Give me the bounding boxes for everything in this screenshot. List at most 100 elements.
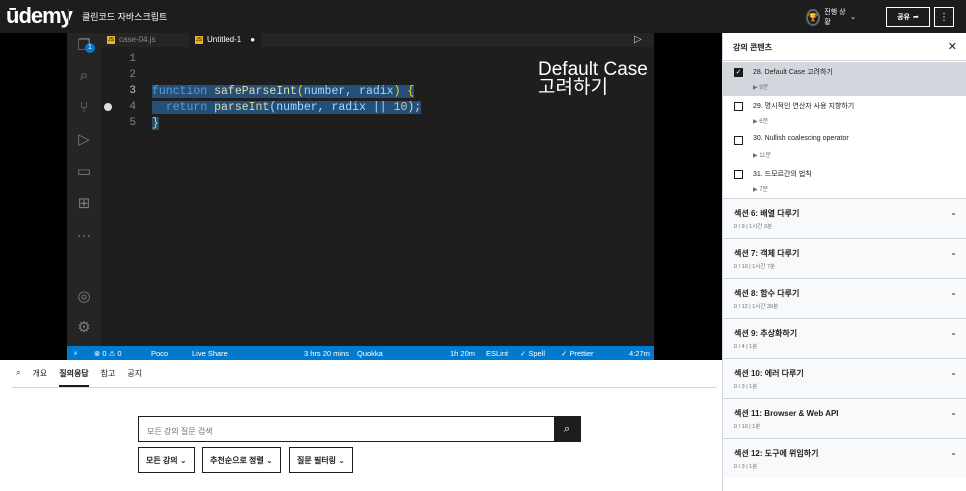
divider xyxy=(68,9,69,25)
line-number: 4 xyxy=(129,101,136,113)
remote-icon[interactable]: ⚡ xyxy=(73,349,78,358)
divider xyxy=(12,387,717,388)
code-line-4[interactable]: return parseInt(number, radix || 10); xyxy=(152,101,422,114)
js-file-icon: JS xyxy=(195,36,203,44)
tab-announcements[interactable]: 공지 xyxy=(127,368,142,387)
section-item[interactable]: 섹션 10: 에러 다루기 0 / 3 | 1분 ⌄ xyxy=(723,358,966,398)
lecture-item[interactable]: 29. 명시적인 연산자 사용 지향하기 ▶ 6분 xyxy=(723,96,966,130)
lecture-item[interactable]: 30. Nullish coalescing operator ▶ 11분 xyxy=(723,130,966,164)
checkbox-checked[interactable]: ✓ xyxy=(734,68,743,77)
lecture-title: 29. 명시적인 연산자 사용 지향하기 xyxy=(753,103,855,110)
tab-label: Untitled-1 xyxy=(207,35,242,44)
section-item[interactable]: 섹션 9: 추상화하기 0 / 4 | 1분 ⌄ xyxy=(723,318,966,358)
lecture-duration: ▶ 11분 xyxy=(753,153,772,159)
remote-explorer-icon[interactable]: ▭ xyxy=(75,163,93,181)
progress-label: 진행 상황 xyxy=(824,9,846,26)
lecture-duration: ▶ 9분 xyxy=(753,85,769,91)
slide-title-overlay: Default Case 고려하기 xyxy=(538,60,648,97)
tab-notes[interactable]: 참고 xyxy=(101,368,116,387)
bracket: ( xyxy=(296,85,304,98)
lecture-item[interactable]: ✓ 28. Default Case 고려하기 ▶ 9분 xyxy=(723,62,966,96)
close-icon[interactable]: ✕ xyxy=(948,40,957,53)
tab-qa[interactable]: 질의응답 xyxy=(59,368,89,387)
tab-untitled-1[interactable]: JS Untitled-1 ● xyxy=(189,33,262,47)
tab-label: case-04.js xyxy=(119,35,156,44)
top-bar: ūdemy 클린코드 자바스크립트 🏆 진행 상황 ⌄ 공유 ➦ ⋮ xyxy=(0,0,966,33)
live-share-status[interactable]: Live Share xyxy=(192,349,228,358)
chevron-down-icon: ⌄ xyxy=(950,248,957,257)
question-filter[interactable]: 질문 필터링 ⌄ xyxy=(289,447,353,473)
extensions-icon[interactable]: ⊞ xyxy=(75,195,93,213)
more-views-icon[interactable]: ··· xyxy=(75,227,93,245)
tab-overview[interactable]: 개요 xyxy=(32,368,47,387)
search-button[interactable]: ⌕ xyxy=(554,417,580,441)
run-icon[interactable]: ▷ xyxy=(634,33,642,47)
progress-button[interactable]: 🏆 진행 상황 ⌄ xyxy=(806,7,856,27)
section-item[interactable]: 섹션 11: Browser & Web API 0 / 10 | 1분 ⌄ xyxy=(723,398,966,438)
udemy-logo[interactable]: ūdemy xyxy=(6,3,73,29)
trophy-icon: 🏆 xyxy=(806,8,821,26)
section-meta: 0 / 3 | 1분 xyxy=(734,464,758,470)
lecture-title: 31. 드모르간의 법칙 xyxy=(753,171,812,178)
lecture-title: 30. Nullish coalescing operator xyxy=(753,135,849,142)
qa-search-input[interactable]: 모든 강의 질문 검색 xyxy=(139,417,554,441)
params: number, radix xyxy=(303,85,394,98)
search-icon: ⌕ xyxy=(563,422,571,435)
eslint-status[interactable]: ESLint xyxy=(486,349,508,358)
checkbox[interactable] xyxy=(734,170,743,179)
checkbox[interactable] xyxy=(734,136,743,145)
function-name: parseInt xyxy=(207,101,270,114)
problems-indicator[interactable]: ⊗ 0 ⚠ 0 xyxy=(94,349,122,358)
prettier-status[interactable]: ✓ Prettier xyxy=(561,349,594,358)
more-options-button[interactable]: ⋮ xyxy=(934,7,954,27)
time-tracker-status[interactable]: 3 hrs 20 mins xyxy=(304,349,349,358)
course-title[interactable]: 클린코드 자바스크립트 xyxy=(82,10,167,23)
section-title: 섹션 11: Browser & Web API xyxy=(734,409,839,418)
section-meta: 0 / 10 | 1분 xyxy=(734,424,761,430)
section-meta: 0 / 3 | 1분 xyxy=(734,384,758,390)
tab-case-04[interactable]: JS case-04.js xyxy=(107,33,155,47)
qa-search-box: 모든 강의 질문 검색 ⌕ xyxy=(138,416,581,442)
share-label: 공유 xyxy=(897,14,910,21)
course-tabs: ⌕ 개요 질의응답 참고 공지 xyxy=(16,368,142,387)
chevron-down-icon: ⌄ xyxy=(950,408,957,417)
section-item[interactable]: 섹션 7: 객체 다루기 0 / 10 | 1시간 7분 ⌄ xyxy=(723,238,966,278)
spell-status[interactable]: ✓ Spell xyxy=(520,349,545,358)
all-lectures-filter[interactable]: 모든 강의 ⌄ xyxy=(138,447,195,473)
function-name: safeParseInt xyxy=(207,85,297,98)
search-icon[interactable]: ⌕ xyxy=(75,67,93,85)
sort-by-filter[interactable]: 추천순으로 정렬 ⌄ xyxy=(202,447,281,473)
share-button[interactable]: 공유 ➦ xyxy=(886,7,930,27)
settings-gear-icon[interactable]: ⚙ xyxy=(75,319,93,337)
section-meta: 0 / 10 | 1시간 7분 xyxy=(734,264,776,270)
status-bar: ⚡ ⊗ 0 ⚠ 0 Poco Live Share 3 hrs 20 mins … xyxy=(67,346,654,360)
poco-status[interactable]: Poco xyxy=(151,349,168,358)
section-item[interactable]: 섹션 12: 도구에 위임하기 0 / 3 | 1분 ⌄ xyxy=(723,438,966,478)
keyword: function xyxy=(152,85,208,98)
session-time-status[interactable]: 1h 20m xyxy=(450,349,475,358)
logo-text: ūdemy xyxy=(6,3,73,28)
run-debug-icon[interactable]: ▷ xyxy=(75,131,93,149)
editor-tab-bar: JS case-04.js JS Untitled-1 ● xyxy=(101,33,654,47)
checkbox[interactable] xyxy=(734,102,743,111)
course-content-sidebar: 강의 콘텐츠 ✕ ✓ 28. Default Case 고려하기 ▶ 9분 29… xyxy=(722,33,966,491)
source-control-icon[interactable]: ⑂ xyxy=(75,99,93,117)
search-icon[interactable]: ⌕ xyxy=(16,368,20,387)
account-icon[interactable]: ◎ xyxy=(75,288,93,306)
section-meta: 0 / 9 | 1시간 3분 xyxy=(734,224,773,230)
breakpoint-icon[interactable] xyxy=(104,103,112,111)
quokka-status[interactable]: Quokka xyxy=(357,349,383,358)
activity-bar: ❐ 1 ⌕ ⑂ ▷ ▭ ⊞ ··· ◎ ⚙ xyxy=(67,33,101,346)
code-line-3[interactable]: function safeParseInt(number, radix) { xyxy=(152,85,415,98)
lecture-item[interactable]: 31. 드모르간의 법칙 ▶ 7분 xyxy=(723,164,966,198)
lecture-duration: ▶ 6분 xyxy=(753,119,769,125)
code-line-5[interactable]: } xyxy=(152,117,159,130)
lecture-duration: ▶ 7분 xyxy=(753,187,769,193)
section-item[interactable]: 섹션 6: 배열 다루기 0 / 9 | 1시간 3분 ⌄ xyxy=(723,198,966,238)
lecture-title: 28. Default Case 고려하기 xyxy=(753,69,833,76)
section-title: 섹션 6: 배열 다루기 xyxy=(734,209,800,218)
section-item[interactable]: 섹션 8: 함수 다루기 0 / 12 | 1시간 39분 ⌄ xyxy=(723,278,966,318)
explorer-badge: 1 xyxy=(85,43,95,53)
section-title: 섹션 10: 에러 다루기 xyxy=(734,369,804,378)
chevron-down-icon: ⌄ xyxy=(950,328,957,337)
